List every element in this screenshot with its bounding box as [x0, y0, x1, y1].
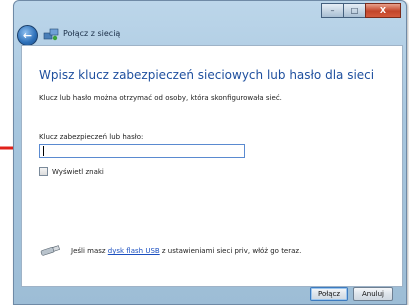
show-characters-label: Wyświetl znaki: [52, 167, 104, 176]
instruction-text: Klucz lub hasło można otrzymać od osoby,…: [39, 94, 282, 102]
cancel-button[interactable]: Anuluj: [353, 287, 393, 301]
page-title: Wpisz klucz zabezpieczeń sieciowych lub …: [39, 68, 375, 82]
show-characters-checkbox[interactable]: [39, 167, 48, 176]
window-title: Połącz z siecią: [63, 29, 121, 38]
back-arrow-icon: ←: [22, 29, 33, 42]
security-key-input[interactable]: [39, 144, 245, 158]
security-key-label: Klucz zabezpieczeń lub hasło:: [39, 133, 144, 141]
usb-text-before: Jeśli masz: [71, 247, 108, 255]
usb-flash-link[interactable]: dysk flash USB: [108, 247, 160, 255]
maximize-button[interactable]: □: [343, 3, 366, 18]
back-button[interactable]: ←: [17, 25, 38, 46]
text-caret: [43, 146, 44, 156]
button-bar: Połącz Anuluj: [14, 285, 406, 304]
usb-hint: Jeśli masz dysk flash USB z ustawieniami…: [39, 245, 301, 257]
close-button[interactable]: X: [365, 3, 401, 18]
caption-buttons: – □ X: [321, 3, 401, 18]
usb-hint-text: Jeśli masz dysk flash USB z ustawieniami…: [71, 247, 301, 255]
connect-button[interactable]: Połącz: [310, 287, 348, 301]
usb-text-after: z ustawieniami sieci priv, włóż go teraz…: [159, 247, 302, 255]
minimize-button[interactable]: –: [321, 3, 344, 18]
connect-dialog-window: – □ X ← Połącz z siecią Wpisz klucz zabe…: [13, 0, 407, 305]
dialog-content: Wpisz klucz zabezpieczeń sieciowych lub …: [21, 45, 403, 287]
show-characters-option[interactable]: Wyświetl znaki: [39, 167, 104, 176]
network-icon: [43, 28, 59, 41]
usb-drive-icon: [40, 245, 61, 256]
